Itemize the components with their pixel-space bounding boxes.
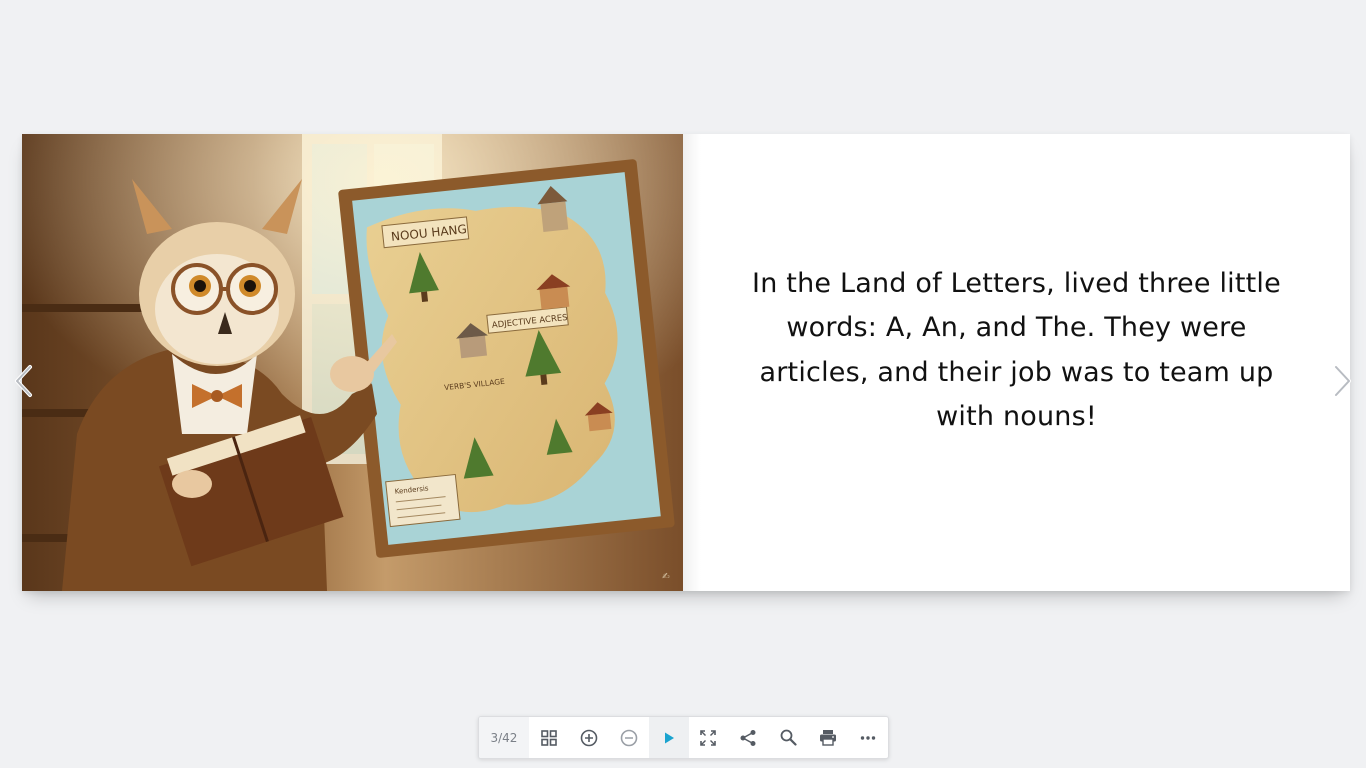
chevron-left-icon (15, 365, 32, 397)
book-spread: NOOU HANG ADJECTIVE ACRES VERB'S VILLAGE (22, 134, 1350, 591)
zoom-in-button[interactable] (569, 717, 609, 758)
svg-text:✍: ✍ (662, 572, 670, 582)
story-text: In the Land of Letters, lived three litt… (752, 267, 1281, 433)
search-button[interactable] (768, 717, 808, 758)
flipbook-viewer: NOOU HANG ADJECTIVE ACRES VERB'S VILLAGE (0, 0, 1366, 768)
next-page-button[interactable] (1330, 362, 1356, 400)
previous-page-button[interactable] (10, 362, 36, 400)
left-page: NOOU HANG ADJECTIVE ACRES VERB'S VILLAGE (22, 134, 683, 591)
print-icon (820, 730, 837, 746)
autoplay-button[interactable] (648, 717, 689, 758)
play-icon (664, 732, 674, 743)
viewer-toolbar: 3/42 (478, 716, 889, 759)
fullscreen-button[interactable] (689, 717, 729, 758)
more-icon (860, 735, 876, 740)
fullscreen-icon (700, 729, 717, 746)
zoom-out-icon (620, 729, 637, 746)
more-options-button[interactable] (848, 717, 888, 758)
page-indicator: 3/42 (479, 717, 529, 758)
chevron-right-icon (1334, 365, 1351, 397)
share-button[interactable] (728, 717, 768, 758)
zoom-out-button[interactable] (609, 717, 649, 758)
grid-view-icon (541, 729, 557, 746)
right-page: In the Land of Letters, lived three litt… (683, 134, 1350, 591)
share-icon (740, 729, 756, 746)
owl-teacher-illustration: NOOU HANG ADJECTIVE ACRES VERB'S VILLAGE (22, 134, 683, 591)
search-icon (780, 729, 797, 746)
print-button[interactable] (808, 717, 848, 758)
grid-view-button[interactable] (529, 717, 569, 758)
zoom-in-icon (580, 729, 598, 746)
